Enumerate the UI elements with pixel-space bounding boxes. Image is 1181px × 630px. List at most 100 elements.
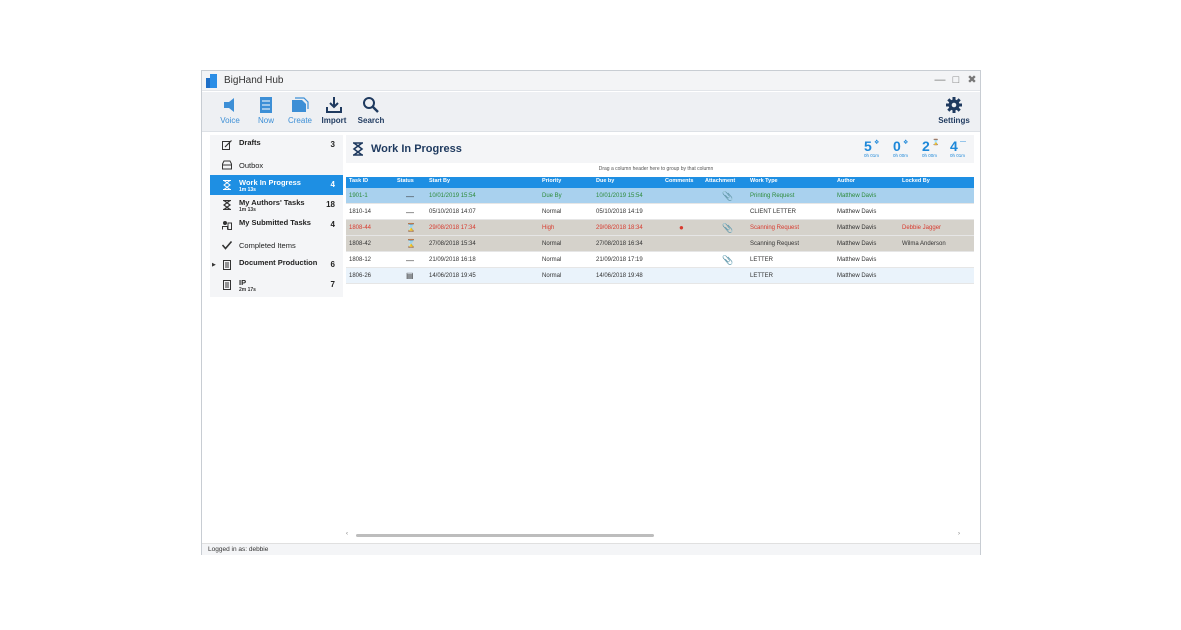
- import-button[interactable]: Import: [314, 96, 354, 130]
- cell-due-by: 14/06/2018 19:48: [596, 273, 643, 279]
- search-button[interactable]: Search: [351, 96, 391, 130]
- sidebar-item-ip[interactable]: IP 2m 17s 7: [210, 275, 343, 295]
- alert-icon: ❖: [903, 140, 909, 146]
- cell-locked-by: Debbie Jagger: [902, 225, 942, 231]
- sidebar-item-drafts[interactable]: Drafts 3: [210, 135, 343, 155]
- page-title: Work In Progress: [371, 143, 462, 155]
- cell-task-id: 1808-44: [349, 225, 372, 231]
- paperclip-icon[interactable]: 📎: [722, 255, 733, 266]
- table-row[interactable]: 1808-12 — 21/09/2018 16:18 Normal 21/09/…: [346, 252, 974, 268]
- checkmark-icon: [222, 240, 232, 250]
- voice-icon: [224, 98, 234, 112]
- cell-task-id: 1808-42: [349, 241, 372, 247]
- status-hourglass-icon: ⌛: [406, 239, 416, 248]
- voice-button[interactable]: Voice: [210, 96, 250, 130]
- sidebar-item-count: 4: [330, 220, 335, 229]
- toolbar: Voice Now Create Import Search Settings: [202, 92, 980, 132]
- cell-author: Matthew Davis: [837, 193, 877, 199]
- logged-in-status: Logged in as: debbie: [208, 546, 269, 553]
- stat-pending[interactable]: 4 — 0h 01m: [950, 138, 976, 160]
- dash-icon: —: [960, 139, 966, 145]
- title-bar[interactable]: BigHand Hub — □ ✖: [202, 71, 980, 91]
- sidebar-item-count: 4: [330, 180, 335, 189]
- cell-due-by: 21/09/2018 17:19: [596, 257, 643, 263]
- create-icon: [292, 97, 309, 112]
- column-header-task-id[interactable]: Task ID: [349, 178, 368, 184]
- column-header-status[interactable]: Status: [397, 178, 414, 184]
- column-header-start-by[interactable]: Start By: [429, 178, 450, 184]
- maximize-icon[interactable]: □: [949, 73, 963, 87]
- cell-start-by: 10/01/2019 15:54: [429, 193, 476, 199]
- status-hourglass-icon: ⌛: [406, 223, 416, 232]
- sidebar-item-count: 6: [330, 260, 335, 269]
- cell-due-by: 27/08/2018 16:34: [596, 241, 643, 247]
- voice-button-label: Voice: [220, 116, 240, 125]
- table-row[interactable]: 1810-14 — 05/10/2018 14:07 Normal 05/10/…: [346, 204, 974, 220]
- stat-time: 0h 01m: [864, 153, 880, 158]
- cell-start-by: 27/08/2018 15:34: [429, 241, 476, 247]
- sidebar-item-label: My Submitted Tasks: [239, 218, 311, 227]
- cell-author: Matthew Davis: [837, 273, 877, 279]
- settings-button[interactable]: Settings: [934, 96, 974, 130]
- sidebar-item-work-in-progress[interactable]: Work In Progress 1m 13s 4: [210, 175, 343, 195]
- sidebar-item-label: Outbox: [239, 161, 264, 170]
- comment-icon[interactable]: ●: [679, 223, 684, 232]
- status-bar: Logged in as: debbie: [202, 543, 980, 555]
- scrollbar-thumb[interactable]: [356, 534, 654, 537]
- table-row[interactable]: 1901-1 — 10/01/2019 15:54 Due By 10/01/2…: [346, 188, 974, 204]
- sidebar-item-time: 1m 13s: [239, 207, 256, 213]
- stat-due[interactable]: 0 ❖ 0h 00m: [893, 138, 919, 160]
- close-icon[interactable]: ✖: [965, 73, 979, 87]
- sidebar: Drafts 3 Outbox Work In Progress 1m 13s …: [210, 135, 343, 297]
- cell-due-by: 29/08/2018 18:34: [596, 225, 643, 231]
- expand-caret-icon[interactable]: ▶: [212, 262, 216, 268]
- outbox-icon: [222, 160, 232, 170]
- sidebar-item-count: 3: [330, 140, 335, 149]
- cell-work-type: LETTER: [750, 273, 774, 279]
- cell-start-by: 29/08/2018 17:34: [429, 225, 476, 231]
- minimize-icon[interactable]: —: [933, 73, 947, 87]
- cell-work-type: Scanning Request: [750, 225, 800, 231]
- scroll-right-icon[interactable]: ›: [958, 531, 960, 537]
- column-header-due-by[interactable]: Due by: [596, 178, 614, 184]
- hourglass-icon: [352, 142, 364, 156]
- grid-header-row: Task ID Status Start By Priority Due by …: [346, 177, 974, 188]
- column-header-priority[interactable]: Priority: [542, 178, 561, 184]
- cell-task-id: 1808-12: [349, 257, 372, 263]
- cell-priority: Normal: [542, 241, 562, 247]
- sidebar-item-label: Completed Items: [239, 241, 296, 250]
- stat-overdue[interactable]: 5 ❖ 0h 01m: [864, 138, 890, 160]
- horizontal-scrollbar[interactable]: ‹ ›: [346, 531, 966, 539]
- sidebar-item-label: Work In Progress: [239, 178, 301, 187]
- column-header-locked-by[interactable]: Locked By: [902, 178, 930, 184]
- column-header-work-type[interactable]: Work Type: [750, 178, 778, 184]
- content-header: Work In Progress 5 ❖ 0h 01m 0 ❖ 0h 00m 2…: [346, 135, 974, 163]
- column-header-comments[interactable]: Comments: [665, 178, 693, 184]
- sidebar-item-completed-items[interactable]: Completed Items: [210, 235, 343, 255]
- sidebar-item-my-authors-tasks[interactable]: My Authors' Tasks 1m 13s 18: [210, 195, 343, 215]
- sidebar-item-my-submitted-tasks[interactable]: My Submitted Tasks 4: [210, 215, 343, 235]
- cell-due-by: 05/10/2018 14:19: [596, 209, 643, 215]
- column-header-author[interactable]: Author: [837, 178, 855, 184]
- window-title: BigHand Hub: [224, 75, 284, 86]
- cell-priority: High: [542, 225, 555, 231]
- table-row[interactable]: 1808-42 ⌛ 27/08/2018 15:34 Normal 27/08/…: [346, 236, 974, 252]
- column-header-attachment[interactable]: Attachment: [705, 178, 735, 184]
- cell-priority: Normal: [542, 209, 562, 215]
- cell-author: Matthew Davis: [837, 241, 877, 247]
- status-dash-icon: —: [406, 192, 414, 201]
- stat-in-progress[interactable]: 2 ⌛ 0h 00m: [922, 138, 948, 160]
- scroll-left-icon[interactable]: ‹: [346, 531, 348, 537]
- settings-button-label: Settings: [938, 116, 970, 125]
- sidebar-item-outbox[interactable]: Outbox: [210, 155, 343, 175]
- paperclip-icon[interactable]: 📎: [722, 191, 733, 202]
- cell-start-by: 14/06/2018 19:45: [429, 273, 476, 279]
- stat-value: 5: [864, 138, 872, 154]
- group-by-drop-zone[interactable]: Drag a column header here to group by th…: [346, 166, 966, 176]
- sidebar-item-document-production[interactable]: ▶ Document Production 6: [210, 255, 343, 275]
- table-row[interactable]: 1806-26 ▤ 14/06/2018 19:45 Normal 14/06/…: [346, 268, 974, 284]
- paperclip-icon[interactable]: 📎: [722, 223, 733, 234]
- stat-value: 0: [893, 138, 901, 154]
- cell-task-id: 1806-26: [349, 273, 372, 279]
- table-row[interactable]: 1808-44 ⌛ 29/08/2018 17:34 High 29/08/20…: [346, 220, 974, 236]
